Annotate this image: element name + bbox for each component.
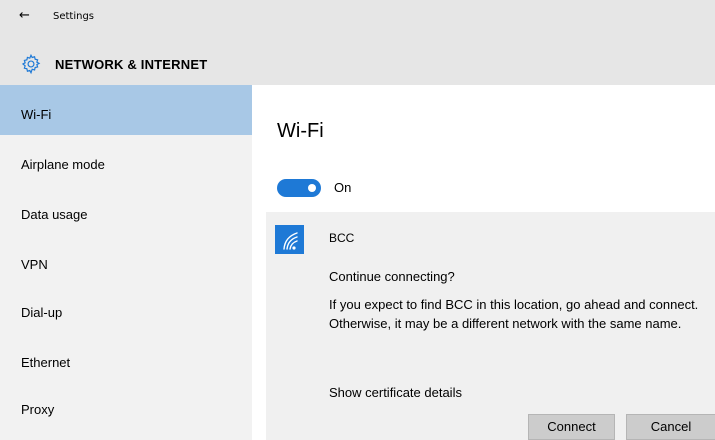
section-title: NETWORK & INTERNET xyxy=(55,57,208,72)
show-certificate-link[interactable]: Show certificate details xyxy=(329,385,462,400)
toggle-state-label: On xyxy=(334,180,352,195)
sidebar: Wi-Fi Airplane mode Data usage VPN Dial-… xyxy=(0,85,252,440)
sidebar-item-airplane-mode[interactable]: Airplane mode xyxy=(0,135,252,185)
sidebar-item-wifi[interactable]: Wi-Fi xyxy=(0,85,252,135)
page-title: Wi-Fi xyxy=(277,120,324,142)
wifi-signal-icon xyxy=(275,225,304,254)
header-bar: ← Settings NETWORK & INTERNET xyxy=(0,0,715,85)
toggle-knob xyxy=(308,184,316,192)
connect-button[interactable]: Connect xyxy=(528,414,615,440)
sidebar-item-label: Data usage xyxy=(21,207,88,222)
sidebar-item-ethernet[interactable]: Ethernet xyxy=(0,335,252,385)
sidebar-item-proxy[interactable]: Proxy xyxy=(0,385,252,435)
app-title: Settings xyxy=(53,11,95,22)
network-name: BCC xyxy=(329,231,355,245)
connect-question: Continue connecting? xyxy=(329,269,455,284)
connect-message: If you expect to find BCC in this locati… xyxy=(329,297,699,331)
sidebar-item-label: Airplane mode xyxy=(21,157,105,172)
back-arrow-icon[interactable]: ← xyxy=(19,9,33,23)
wifi-toggle[interactable] xyxy=(277,179,321,197)
sidebar-item-label: Proxy xyxy=(21,402,55,417)
sidebar-item-vpn[interactable]: VPN xyxy=(0,235,252,285)
sidebar-item-dial-up[interactable]: Dial-up xyxy=(0,285,252,335)
sidebar-item-label: Wi-Fi xyxy=(21,107,52,122)
main-content: Wi-Fi On BCC Continue connecting? If you… xyxy=(252,85,715,440)
sidebar-item-label: Ethernet xyxy=(21,355,71,370)
network-item-card[interactable]: BCC Continue connecting? If you expect t… xyxy=(266,212,715,440)
cancel-button[interactable]: Cancel xyxy=(626,414,715,440)
sidebar-item-data-usage[interactable]: Data usage xyxy=(0,185,252,235)
gear-icon xyxy=(21,53,41,75)
sidebar-item-label: Dial-up xyxy=(21,305,63,320)
sidebar-item-label: VPN xyxy=(21,257,48,272)
